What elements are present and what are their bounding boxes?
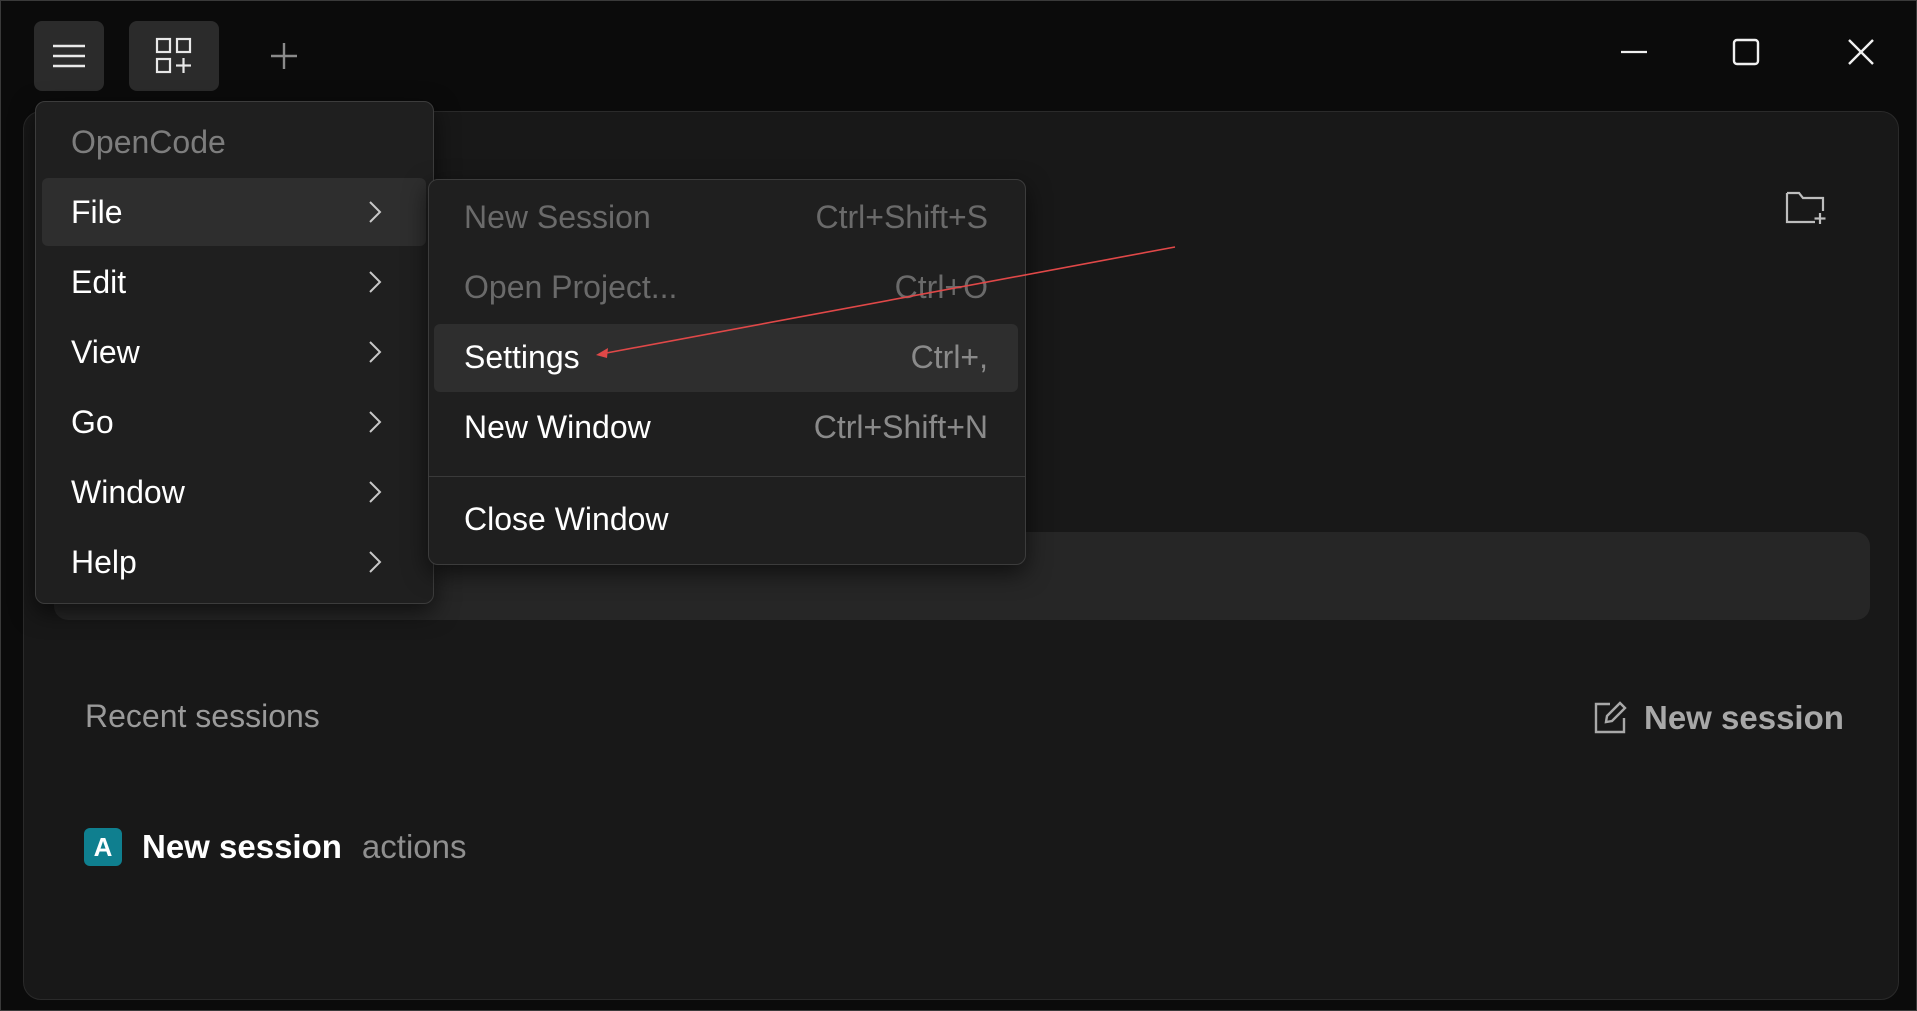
submenu-item-label: Settings [464, 339, 580, 375]
session-avatar: A [84, 828, 122, 866]
menu-item-label: File [71, 193, 123, 230]
submenu-item-label: New Session [464, 199, 651, 235]
submenu-item-settings[interactable]: Settings Ctrl+, [434, 324, 1018, 392]
open-folder-button[interactable] [1781, 182, 1831, 232]
close-button[interactable] [1816, 23, 1906, 81]
submenu-item-shortcut: Ctrl+O [894, 269, 988, 305]
submenu-item-close-window[interactable]: Close Window [434, 486, 1018, 554]
chevron-right-icon [369, 481, 382, 503]
submenu-item-label: New Window [464, 409, 651, 445]
submenu-item-new-session[interactable]: New Session Ctrl+Shift+S [434, 184, 1018, 252]
file-submenu: New Session Ctrl+Shift+S Open Project...… [428, 179, 1026, 565]
recent-sessions-title: Recent sessions [85, 698, 320, 734]
menu-item-file[interactable]: File [42, 178, 426, 246]
chevron-right-icon [369, 341, 382, 363]
maximize-icon [1732, 38, 1760, 66]
menu-item-label: Window [71, 473, 185, 510]
edit-icon [1594, 701, 1627, 734]
menu-item-edit[interactable]: Edit [42, 248, 426, 316]
new-session-label: New session [1644, 699, 1844, 736]
minimize-icon [1621, 50, 1647, 54]
close-icon [1848, 39, 1874, 65]
app-menu: OpenCode File Edit View Go Window Help [35, 101, 434, 604]
menu-item-label: Go [71, 403, 114, 440]
submenu-item-label: Open Project... [464, 269, 678, 305]
title-bar [1, 1, 1916, 109]
chevron-right-icon [369, 271, 382, 293]
chevron-right-icon [369, 201, 382, 223]
menu-item-go[interactable]: Go [42, 388, 426, 456]
app-window: Recent sessions New session A New sessio… [0, 0, 1917, 1011]
submenu-item-open-project[interactable]: Open Project... Ctrl+O [434, 254, 1018, 322]
hamburger-icon [53, 44, 85, 68]
menu-item-label: Help [71, 543, 137, 580]
apps-add-icon [155, 37, 192, 74]
plus-icon [271, 43, 297, 69]
submenu-item-label: Close Window [464, 501, 669, 537]
apps-button[interactable] [129, 21, 219, 91]
chevron-right-icon [369, 551, 382, 573]
submenu-item-shortcut: Ctrl+Shift+S [815, 199, 988, 235]
menu-item-view[interactable]: View [42, 318, 426, 386]
session-title: New session [142, 828, 342, 865]
menu-item-window[interactable]: Window [42, 458, 426, 526]
menu-item-label: Edit [71, 263, 127, 300]
maximize-button[interactable] [1701, 23, 1791, 81]
new-tab-button[interactable] [251, 21, 317, 91]
chevron-right-icon [369, 411, 382, 433]
submenu-item-shortcut: Ctrl+, [910, 339, 988, 375]
new-folder-icon [1785, 191, 1826, 224]
menu-item-help[interactable]: Help [42, 528, 426, 596]
main-menu-button[interactable] [34, 21, 104, 91]
session-list-item[interactable]: A New session actions [84, 817, 466, 877]
menu-header: OpenCode [71, 124, 226, 160]
menu-item-label: View [71, 333, 140, 370]
submenu-item-shortcut: Ctrl+Shift+N [813, 409, 988, 445]
new-session-button[interactable]: New session [1592, 690, 1844, 746]
session-project: actions [361, 828, 467, 865]
submenu-item-new-window[interactable]: New Window Ctrl+Shift+N [434, 394, 1018, 462]
submenu-separator [429, 476, 1025, 477]
minimize-button[interactable] [1589, 23, 1679, 81]
